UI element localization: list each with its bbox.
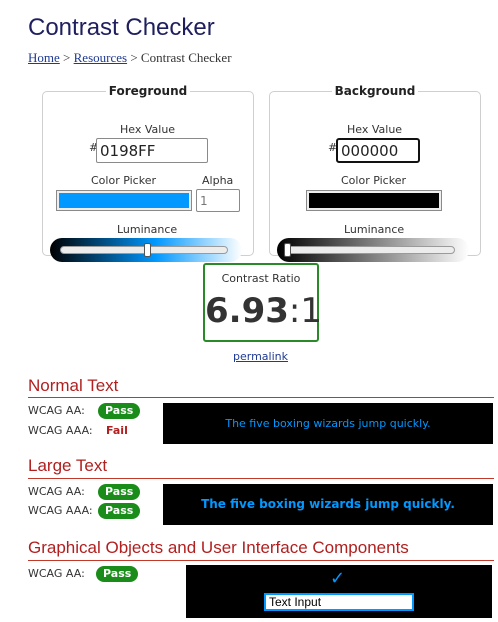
large-text-heading: Large Text: [28, 456, 108, 475]
normal-aa-pass-badge: Pass: [98, 403, 141, 419]
normal-aaa-label: WCAG AAA:: [28, 424, 93, 437]
foreground-color-swatch: [59, 193, 189, 208]
large-aaa-label: WCAG AAA:: [28, 504, 93, 517]
breadcrumb: Home > Resources > Contrast Checker: [28, 50, 232, 66]
background-hex-label: Hex Value: [347, 123, 403, 136]
background-color-picker-label: Color Picker: [341, 174, 406, 187]
permalink-link[interactable]: permalink: [233, 350, 288, 363]
alpha-label: Alpha: [202, 174, 234, 187]
large-aa-label: WCAG AA:: [28, 485, 85, 498]
normal-aaa-fail-badge: Fail: [106, 424, 128, 437]
breadcrumb-separator: >: [130, 50, 138, 65]
background-luminance-slider[interactable]: [277, 238, 469, 262]
contrast-ratio-box: Contrast Ratio 6.93:1: [203, 263, 322, 342]
breadcrumb-resources-link[interactable]: Resources: [74, 50, 127, 65]
foreground-hex-label: Hex Value: [120, 123, 176, 136]
large-text-sample: The five boxing wizards jump quickly.: [163, 484, 493, 525]
breadcrumb-home-link[interactable]: Home: [28, 50, 60, 65]
background-legend: Background: [334, 84, 416, 98]
section-divider: [28, 560, 494, 561]
background-color-picker[interactable]: [306, 190, 442, 211]
normal-text-sample: The five boxing wizards jump quickly.: [163, 403, 493, 444]
foreground-hex-input[interactable]: [96, 138, 208, 163]
checkmark-icon: ✓: [330, 568, 346, 589]
foreground-luminance-slider[interactable]: [50, 238, 242, 262]
foreground-luminance-label: Luminance: [117, 223, 178, 236]
graphical-aa-label: WCAG AA:: [28, 567, 85, 580]
section-divider: [28, 478, 494, 479]
foreground-luminance-handle[interactable]: [144, 243, 152, 257]
foreground-panel: Foreground Hex Value # Color Picker Alph…: [42, 84, 254, 262]
foreground-color-picker[interactable]: [56, 190, 192, 211]
contrast-ratio-value: 6.93:1: [205, 291, 322, 331]
contrast-ratio-suffix: :1: [288, 291, 322, 331]
graphical-objects-heading: Graphical Objects and User Interface Com…: [28, 538, 409, 557]
section-divider: [28, 397, 494, 398]
contrast-ratio-number: 6.93: [205, 291, 289, 331]
background-panel: Background Hex Value # Color Picker Lumi…: [269, 84, 481, 262]
sample-text-input[interactable]: [264, 593, 414, 611]
background-luminance-handle[interactable]: [284, 243, 291, 257]
background-luminance-track: [287, 246, 455, 254]
graphical-aa-pass-badge: Pass: [96, 566, 139, 582]
contrast-ratio-label: Contrast Ratio: [221, 272, 301, 285]
large-aaa-pass-badge: Pass: [98, 503, 141, 519]
normal-text-heading: Normal Text: [28, 376, 119, 395]
normal-aa-label: WCAG AA:: [28, 404, 85, 417]
page-title: Contrast Checker: [28, 14, 215, 41]
breadcrumb-current: Contrast Checker: [140, 50, 232, 65]
alpha-input[interactable]: [196, 189, 240, 212]
background-luminance-label: Luminance: [344, 223, 405, 236]
background-color-swatch: [309, 193, 439, 208]
foreground-legend: Foreground: [108, 84, 188, 98]
large-aa-pass-badge: Pass: [98, 484, 141, 500]
background-hex-input[interactable]: [336, 138, 420, 163]
breadcrumb-separator: >: [63, 50, 71, 65]
foreground-color-picker-label: Color Picker: [91, 174, 156, 187]
